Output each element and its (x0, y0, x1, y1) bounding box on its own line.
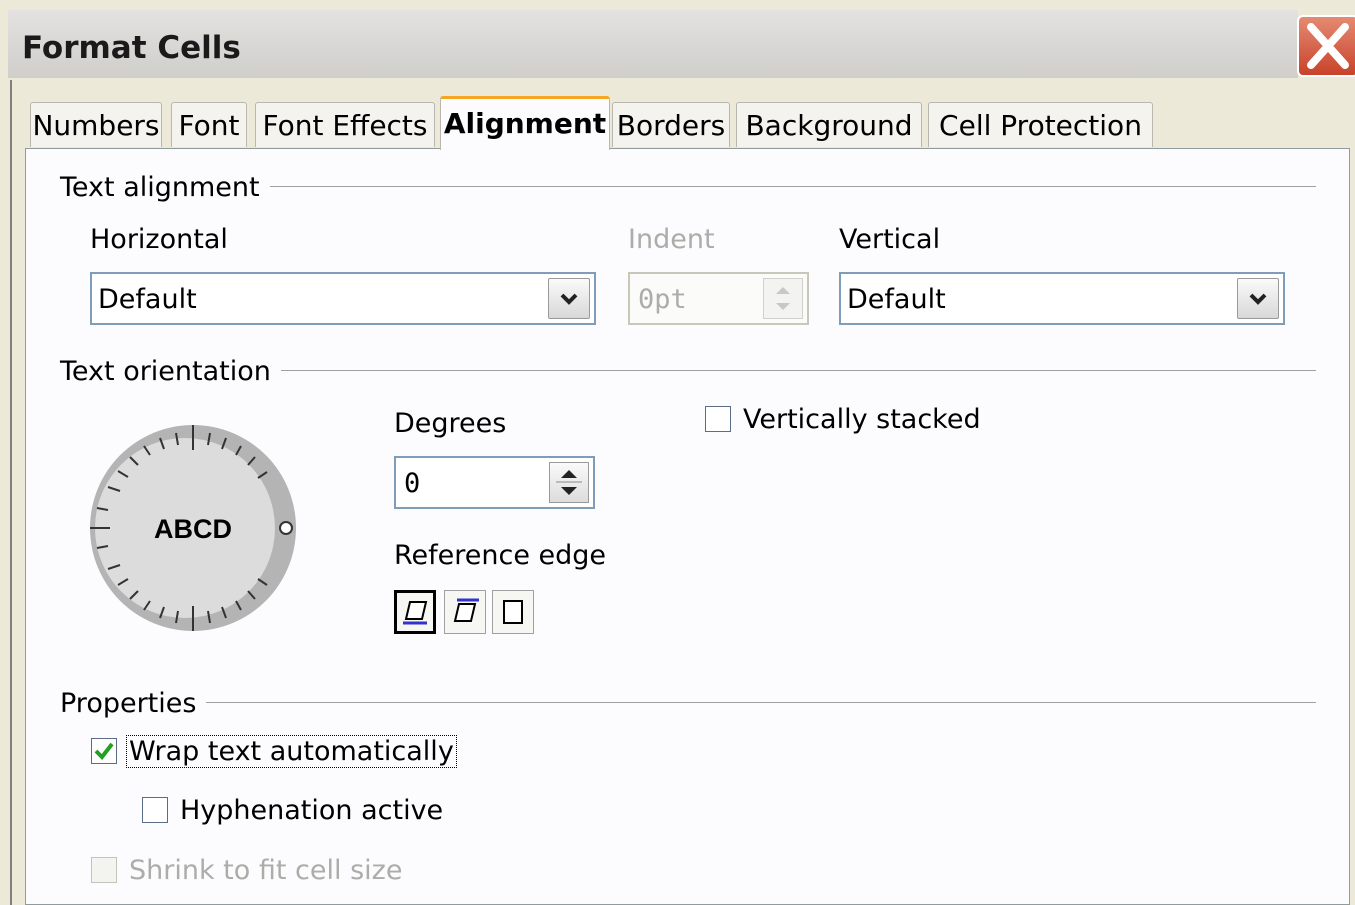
text-alignment-heading: Text alignment (60, 172, 270, 203)
hyphenation-checkbox[interactable] (142, 797, 168, 823)
shrink-to-fit-checkbox[interactable] (91, 857, 117, 883)
chevron-down-icon (1249, 293, 1267, 305)
vertically-stacked-checkbox[interactable] (705, 406, 731, 432)
vertical-select[interactable]: Default (839, 272, 1285, 325)
degrees-label: Degrees (394, 408, 507, 439)
indent-spinner[interactable]: 0pt (628, 272, 809, 325)
tab-borders[interactable]: Borders (612, 102, 730, 147)
properties-divider (60, 702, 1316, 703)
wrap-text-checkbox[interactable] (91, 738, 117, 764)
dial-graphic: ABCD (90, 425, 296, 631)
vertical-value: Default (847, 284, 946, 315)
dial-text: ABCD (154, 514, 232, 544)
properties-heading: Properties (60, 688, 207, 719)
orientation-dial[interactable]: ABCD (60, 405, 320, 665)
reference-edge-inside-button[interactable] (492, 590, 534, 634)
degrees-spin-buttons[interactable] (549, 462, 589, 503)
horizontal-value: Default (98, 284, 197, 315)
indent-value: 0pt (638, 284, 687, 315)
indent-label: Indent (628, 224, 715, 255)
horizontal-dropdown-button[interactable] (548, 278, 590, 319)
close-button[interactable] (1297, 15, 1355, 77)
dialog-title: Format Cells (22, 30, 241, 66)
degrees-value: 0 (404, 468, 421, 499)
reference-edge-top-icon (453, 598, 479, 622)
degrees-spinner[interactable]: 0 (394, 456, 595, 509)
vertical-dropdown-button[interactable] (1237, 278, 1279, 319)
reference-edge-inside-icon (503, 600, 523, 624)
reference-edge-label: Reference edge (394, 540, 607, 571)
spin-arrows-icon (776, 287, 790, 310)
tab-background[interactable]: Background (736, 102, 922, 147)
hyphenation-label: Hyphenation active (180, 795, 444, 826)
tab-font-effects[interactable]: Font Effects (255, 102, 435, 147)
vertical-label: Vertical (839, 224, 941, 255)
close-icon (1307, 23, 1349, 69)
indent-spin-buttons (763, 278, 803, 319)
check-mark-icon (94, 742, 114, 761)
text-orientation-heading: Text orientation (60, 356, 281, 387)
wrap-text-label: Wrap text automatically (126, 735, 457, 768)
reference-edge-top-button[interactable] (444, 590, 486, 634)
vertically-stacked-label: Vertically stacked (743, 404, 981, 435)
horizontal-select[interactable]: Default (90, 272, 596, 325)
chevron-down-icon (560, 293, 578, 305)
horizontal-label: Horizontal (90, 224, 228, 255)
tab-alignment[interactable]: Alignment (440, 96, 610, 150)
tab-cell-protection[interactable]: Cell Protection (928, 102, 1153, 147)
tab-numbers[interactable]: Numbers (30, 102, 162, 147)
tab-font[interactable]: Font (171, 102, 247, 147)
spin-arrows-icon (556, 470, 582, 495)
reference-edge-bottom-button[interactable] (394, 590, 436, 634)
shrink-to-fit-label: Shrink to fit cell size (129, 855, 403, 886)
reference-edge-bottom-icon (403, 601, 428, 625)
